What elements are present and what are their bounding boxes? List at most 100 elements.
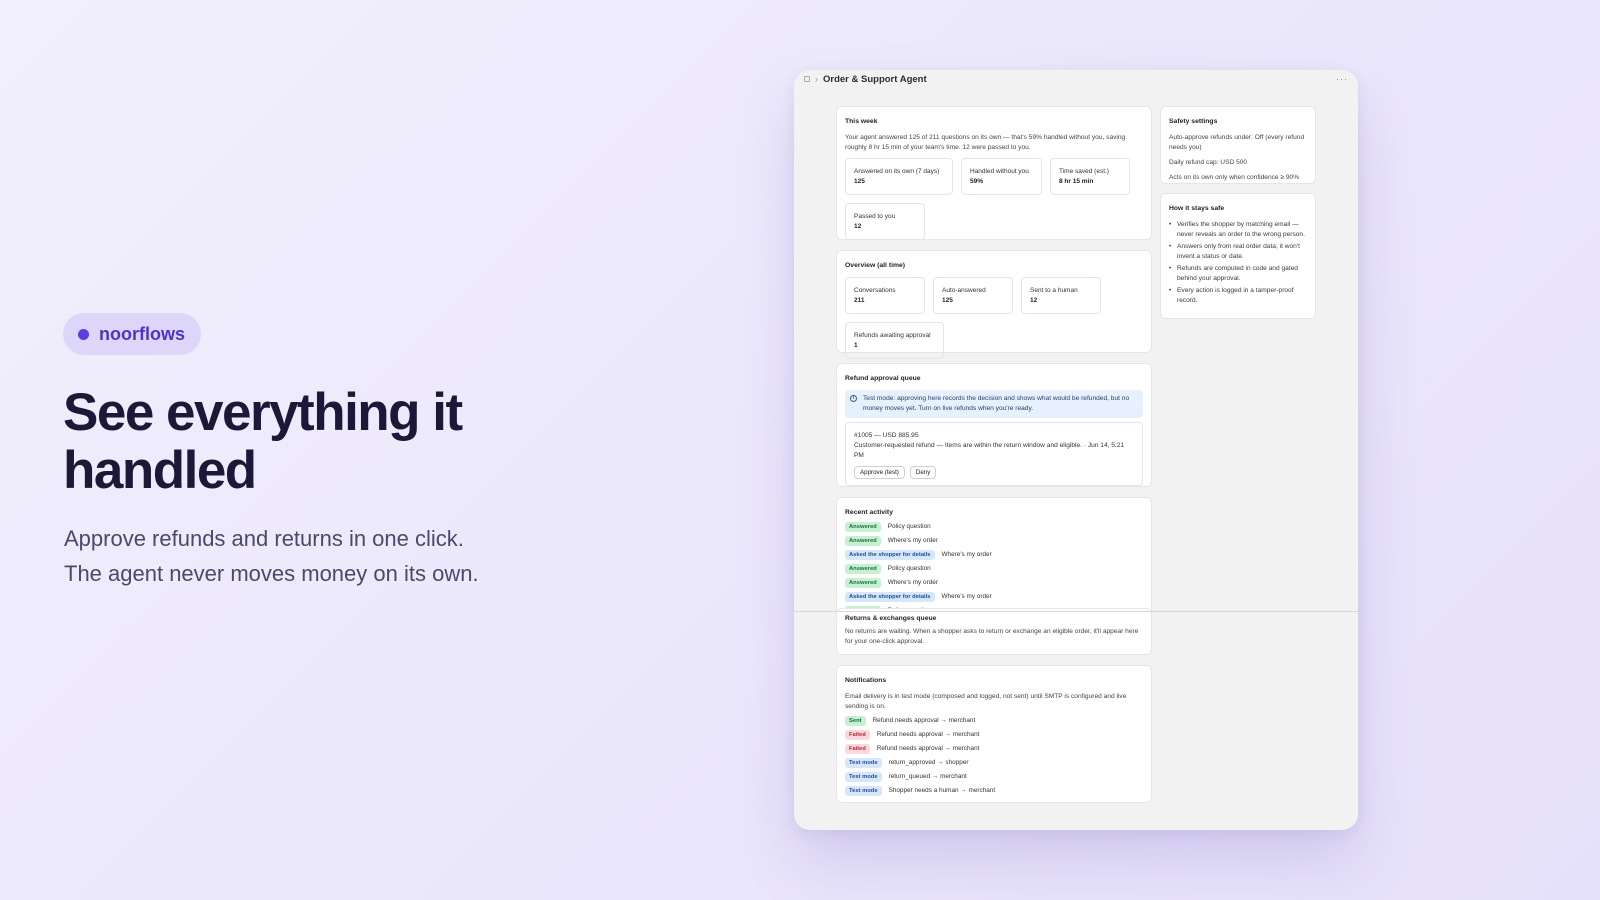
activity-row-text: Policy question xyxy=(887,523,931,530)
notification-row-text: return_queued → merchant xyxy=(888,773,967,780)
brand-dot-icon xyxy=(78,328,89,340)
how-safe-list: Verifies the shopper by matching email —… xyxy=(1169,220,1307,306)
notification-row-text: return_approved → shopper xyxy=(888,759,969,766)
activity-row-text: Where's my order xyxy=(941,593,992,600)
activity-row: Answered Policy question xyxy=(845,520,1143,534)
activity-row-text: Where's my order xyxy=(887,579,938,586)
stat-value: 1 xyxy=(854,342,858,349)
stat-value: 125 xyxy=(854,178,865,185)
notification-row: Failed Refund needs approval → merchant xyxy=(845,742,1143,756)
test-mode-banner-text: Test mode: approving here records the de… xyxy=(863,395,1130,412)
how-safe-item: Verifies the shopper by matching email —… xyxy=(1169,220,1307,240)
notification-row: Sent Refund needs approval → merchant xyxy=(845,714,1143,728)
titlebar: › Order & Support Agent ··· xyxy=(794,70,1358,88)
stat-handled: Handled without you 59% xyxy=(961,158,1042,195)
stat-value: 12 xyxy=(854,223,862,230)
stat-label: Passed to you xyxy=(854,213,896,220)
stat-label: Refunds awaiting approval xyxy=(854,332,931,339)
status-badge: Answered xyxy=(845,578,881,588)
refund-queue-card: Refund approval queue i Test mode: appro… xyxy=(836,363,1152,487)
stat-time-saved: Time saved (est.) 8 hr 15 min xyxy=(1050,158,1130,195)
status-badge: Sent xyxy=(845,716,866,726)
returns-queue-text: No returns are waiting. When a shopper a… xyxy=(845,628,1139,645)
stat-sent-human: Sent to a human 12 xyxy=(1021,277,1101,314)
deny-button[interactable]: Deny xyxy=(909,466,937,479)
activity-row: Answered Policy question xyxy=(845,562,1143,576)
recent-activity-card: Recent activity Answered Policy question A… xyxy=(836,497,1152,619)
notification-row-text: Refund needs approval → merchant xyxy=(876,731,980,738)
info-icon: i xyxy=(850,395,857,402)
how-safe-item: Every action is logged in a tamper-proof… xyxy=(1169,286,1307,306)
refund-actions: Approve (test) Deny xyxy=(854,466,1134,479)
sidebar-toggle-icon[interactable] xyxy=(804,76,810,82)
safety-settings-card: Safety settings Auto-approve refunds und… xyxy=(1160,106,1316,184)
test-mode-banner: i Test mode: approving here records the … xyxy=(845,390,1143,418)
refund-queue-title: Refund approval queue xyxy=(845,375,921,382)
recent-activity-title: Recent activity xyxy=(845,509,893,516)
refund-item: #1005 — USD 885.95 Customer-requested re… xyxy=(845,422,1143,486)
status-badge: Answered xyxy=(845,522,881,532)
breadcrumb-chevron-icon: › xyxy=(815,74,818,84)
this-week-title: This week xyxy=(845,118,878,125)
safety-settings-title: Safety settings xyxy=(1169,118,1218,125)
status-badge: Test mode xyxy=(845,758,882,768)
hero-headline: See everything it handled xyxy=(63,383,463,500)
activity-row: Answered Where's my order xyxy=(845,534,1143,548)
notifications-text: Email delivery is in test mode (composed… xyxy=(845,693,1127,710)
hero-subcopy-line1: Approve refunds and returns in one click… xyxy=(64,526,464,551)
notification-row: Test mode return_approved → shopper xyxy=(845,756,1143,770)
stat-value: 8 hr 15 min xyxy=(1059,178,1094,185)
status-badge: Answered xyxy=(845,536,881,546)
how-safe-item: Refunds are computed in code and gated b… xyxy=(1169,264,1307,284)
stat-value: 211 xyxy=(854,297,865,304)
stat-label: Handled without you xyxy=(970,168,1029,175)
stat-label: Time saved (est.) xyxy=(1059,168,1109,175)
hero-subcopy: Approve refunds and returns in one click… xyxy=(64,521,584,591)
safety-confidence: Acts on its own only when confidence ≥ 9… xyxy=(1169,174,1300,181)
stat-label: Sent to a human xyxy=(1030,287,1078,294)
hero-subcopy-line2: The agent never moves money on its own. xyxy=(64,561,479,586)
status-badge: Answered xyxy=(845,564,881,574)
stat-label: Conversations xyxy=(854,287,896,294)
recent-activity-list: Answered Policy question Answered Where's m… xyxy=(845,520,1143,618)
stat-label: Auto-answered xyxy=(942,287,986,294)
notification-row-text: Refund needs approval → merchant xyxy=(872,717,976,724)
stat-value: 12 xyxy=(1030,297,1038,304)
stat-refunds-awaiting: Refunds awaiting approval 1 xyxy=(845,322,944,359)
status-badge: Failed xyxy=(845,730,870,740)
this-week-stats: Answered on its own (7 days) 125 Handled… xyxy=(845,158,1143,240)
notification-row-text: Shopper needs a human → merchant xyxy=(888,787,996,794)
more-menu-icon[interactable]: ··· xyxy=(1336,74,1348,84)
stat-value: 59% xyxy=(970,178,984,185)
notification-row: Failed Refund needs approval → merchant xyxy=(845,728,1143,742)
notifications-list: Sent Refund needs approval → merchant Fail… xyxy=(845,714,1143,798)
stat-value: 125 xyxy=(942,297,953,304)
status-badge: Test mode xyxy=(845,786,882,796)
safety-daily-cap: Daily refund cap: USD 500 xyxy=(1169,159,1248,166)
stat-label: Answered on its own (7 days) xyxy=(854,168,940,175)
activity-row: Asked the shopper for details Where's my … xyxy=(845,590,1143,604)
status-badge: Asked the shopper for details xyxy=(845,592,935,602)
stat-answered: Answered on its own (7 days) 125 xyxy=(845,158,953,195)
overview-stats: Conversations 211 Auto-answered 125 Sent… xyxy=(845,277,1143,359)
this-week-summary: Your agent answered 125 of 211 questions… xyxy=(845,134,1126,151)
returns-queue-card: Returns & exchanges queue No returns are… xyxy=(836,608,1152,655)
stat-auto-answered: Auto-answered 125 xyxy=(933,277,1013,314)
how-safe-card: How it stays safe Verifies the shopper b… xyxy=(1160,193,1316,319)
approve-test-button[interactable]: Approve (test) xyxy=(854,466,905,479)
how-safe-title: How it stays safe xyxy=(1169,205,1225,212)
notifications-card: Notifications Email delivery is in test … xyxy=(836,665,1152,803)
refund-item-detail: Customer-requested refund — Items are wi… xyxy=(854,442,1125,459)
status-badge: Failed xyxy=(845,744,870,754)
app-window: › Order & Support Agent ··· This week Yo… xyxy=(794,70,1358,830)
notifications-title: Notifications xyxy=(845,677,887,684)
status-badge: Test mode xyxy=(845,772,882,782)
safety-auto-approve: Auto-approve refunds under: Off (every r… xyxy=(1169,134,1305,151)
refund-item-title: #1005 — USD 885.95 xyxy=(854,432,919,439)
notification-row: Test mode return_queued → merchant xyxy=(845,770,1143,784)
scroll-divider xyxy=(794,611,1358,612)
this-week-card: This week Your agent answered 125 of 211… xyxy=(836,106,1152,240)
activity-row-text: Policy question xyxy=(887,565,931,572)
activity-row: Answered Where's my order xyxy=(845,576,1143,590)
activity-row: Asked the shopper for details Where's my … xyxy=(845,548,1143,562)
